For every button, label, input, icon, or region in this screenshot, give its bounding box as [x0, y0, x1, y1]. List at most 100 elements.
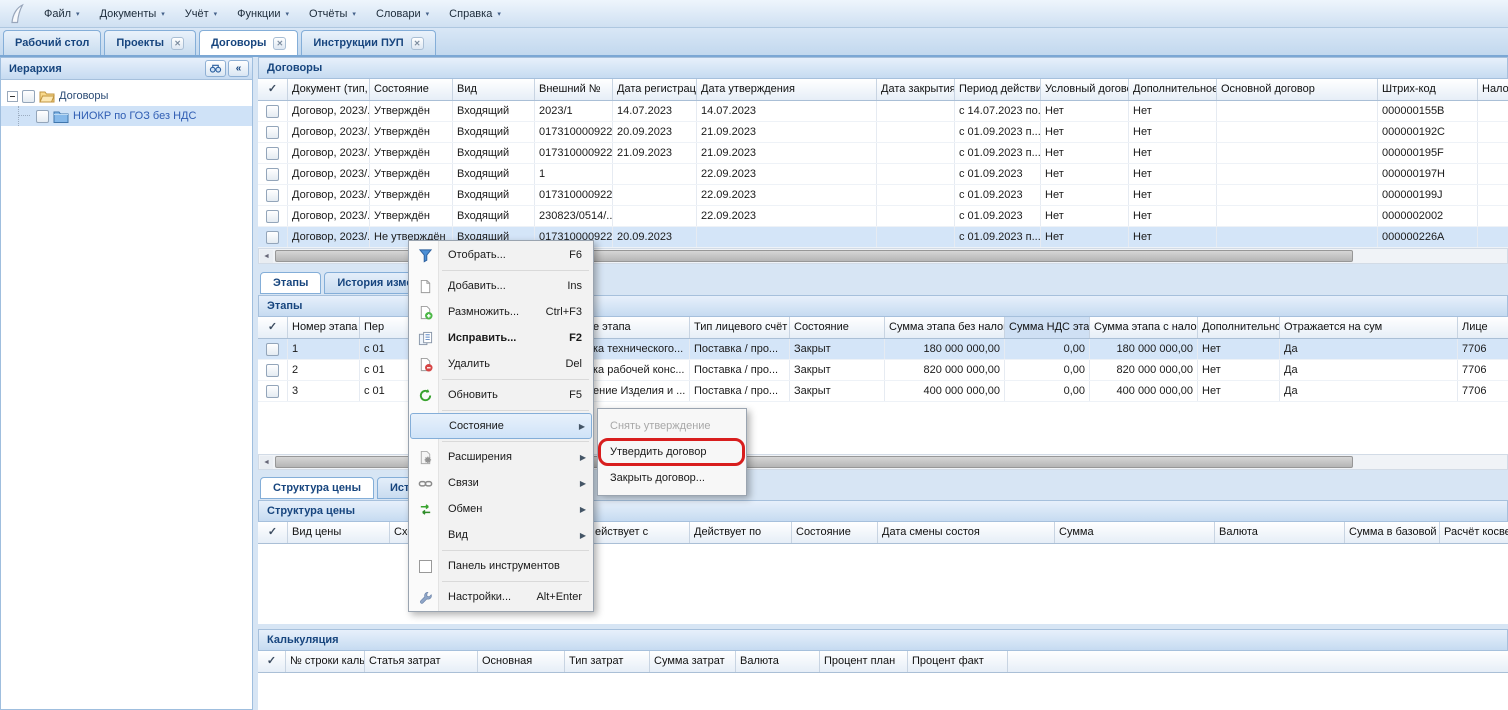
context-menu-item[interactable]: Добавить...Ins — [410, 273, 592, 299]
menubar-item-учёт[interactable]: Учёт▾ — [175, 4, 227, 24]
row-checkbox[interactable] — [266, 364, 279, 377]
table-row[interactable]: Договор, 2023/...УтверждёнВходящий017310… — [258, 185, 1508, 206]
tree-node-niokr[interactable]: НИОКР по ГОЗ без НДС — [1, 106, 252, 126]
table-row[interactable]: Договор, 2023/...УтверждёнВходящий122.09… — [258, 164, 1508, 185]
column-header[interactable]: Дополнительное с — [1129, 79, 1217, 100]
row-checkbox[interactable] — [266, 168, 279, 181]
context-menu-item[interactable]: Исправить...F2 — [410, 325, 592, 351]
column-header[interactable]: Состояние — [790, 317, 885, 338]
node-checkbox[interactable] — [36, 110, 49, 123]
column-header[interactable]: Тип лицевого счёт — [690, 317, 790, 338]
context-menu-item[interactable]: Связи▶ — [410, 470, 592, 496]
context-menu-item[interactable]: Расширения▶ — [410, 444, 592, 470]
context-menu-item[interactable]: Вид▶ — [410, 522, 592, 548]
column-header[interactable]: Дата смены состоя — [878, 522, 1055, 543]
scroll-left-icon[interactable]: ◄ — [260, 250, 273, 263]
tab-instructions[interactable]: Инструкции ПУП✕ — [301, 30, 435, 55]
table-row[interactable]: Договор, 2023/...УтверждёнВходящий017310… — [258, 143, 1508, 164]
table-cell: 0,00 — [1005, 381, 1090, 401]
row-checkbox[interactable] — [266, 231, 279, 244]
column-header[interactable]: Действует по — [690, 522, 792, 543]
column-header[interactable]: Условный договор — [1041, 79, 1129, 100]
row-checkbox[interactable] — [266, 210, 279, 223]
column-header[interactable]: ✓ — [258, 522, 288, 543]
column-header[interactable]: Дата закрытия — [877, 79, 955, 100]
collapse-panel-button[interactable]: « — [228, 60, 249, 77]
column-header[interactable]: Валюта — [1215, 522, 1345, 543]
row-checkbox[interactable] — [266, 385, 279, 398]
context-menu-item[interactable]: Настройки...Alt+Enter — [410, 584, 592, 610]
column-header[interactable]: Сумма в базовой в — [1345, 522, 1440, 543]
column-header[interactable]: Процент план — [820, 651, 908, 672]
search-icon[interactable] — [205, 60, 226, 77]
column-header[interactable]: Состояние — [792, 522, 878, 543]
context-menu-item[interactable]: Обмен▶ — [410, 496, 592, 522]
column-header[interactable]: Сумма НДС этапа — [1005, 317, 1090, 338]
tab-projects[interactable]: Проекты✕ — [104, 30, 196, 55]
column-header[interactable]: ✓ — [258, 79, 288, 100]
column-header[interactable]: ействует с — [588, 522, 690, 543]
context-menu-item[interactable]: ОбновитьF5 — [410, 382, 592, 408]
context-menu-item[interactable]: Панель инструментов — [410, 553, 592, 579]
table-row[interactable]: Договор, 2023/...УтверждёнВходящий230823… — [258, 206, 1508, 227]
menubar-item-документы[interactable]: Документы▾ — [90, 4, 175, 24]
submenu-item[interactable]: Закрыть договор... — [598, 465, 746, 491]
context-menu-item[interactable]: УдалитьDel — [410, 351, 592, 377]
column-header[interactable]: Статья затрат — [365, 651, 478, 672]
context-menu-item[interactable]: Размножить...Ctrl+F3 — [410, 299, 592, 325]
column-header[interactable]: Нало — [1478, 79, 1508, 100]
column-header[interactable]: Отражается на сум — [1280, 317, 1458, 338]
tab-price-structure[interactable]: Структура цены — [260, 477, 374, 499]
column-header[interactable]: ✓ — [258, 651, 286, 672]
column-header[interactable]: Расчёт косвенных — [1440, 522, 1508, 543]
tab-contracts[interactable]: Договоры✕ — [199, 30, 298, 55]
column-header[interactable]: Вид — [453, 79, 535, 100]
submenu-item-approve-contract[interactable]: Утвердить договор — [598, 439, 746, 465]
context-menu-item[interactable]: Состояние▶ — [410, 413, 592, 439]
column-header[interactable]: Состояние — [370, 79, 453, 100]
column-header[interactable]: Вид цены — [288, 522, 390, 543]
context-menu-item[interactable]: Отобрать...F6 — [410, 242, 592, 268]
column-header[interactable]: № строки калькул — [286, 651, 365, 672]
column-header[interactable]: Период действия.. — [955, 79, 1041, 100]
column-header[interactable]: Штрих-код — [1378, 79, 1478, 100]
menubar-item-функции[interactable]: Функции▾ — [227, 4, 299, 24]
column-header[interactable]: Дата регистрации. — [613, 79, 697, 100]
column-header[interactable]: Тип затрат — [565, 651, 650, 672]
table-row[interactable]: Договор, 2023/...УтверждёнВходящий2023/1… — [258, 101, 1508, 122]
scroll-left-icon[interactable]: ◄ — [260, 456, 273, 469]
close-icon[interactable]: ✕ — [171, 37, 184, 50]
column-header[interactable]: Основная — [478, 651, 565, 672]
tree-node-contracts[interactable]: Договоры — [1, 86, 252, 106]
tab-stages[interactable]: Этапы — [260, 272, 321, 294]
menubar-item-справка[interactable]: Справка▾ — [439, 4, 511, 24]
column-header[interactable]: Документ (тип, № — [288, 79, 370, 100]
column-header[interactable]: Сумма этапа с налогами — [1090, 317, 1198, 338]
collapse-node-icon[interactable] — [7, 91, 18, 102]
node-checkbox[interactable] — [22, 90, 35, 103]
menubar-item-файл[interactable]: Файл▾ — [34, 4, 90, 24]
column-header[interactable]: Дополнительное с — [1198, 317, 1280, 338]
menubar-item-словари[interactable]: Словари▾ — [366, 4, 439, 24]
column-header[interactable]: Сумма затрат — [650, 651, 736, 672]
row-checkbox[interactable] — [266, 147, 279, 160]
menubar-item-отчёты[interactable]: Отчёты▾ — [299, 4, 366, 24]
close-icon[interactable]: ✕ — [411, 37, 424, 50]
column-header[interactable]: ✓ — [258, 317, 288, 338]
column-header[interactable]: Основной договор — [1217, 79, 1378, 100]
column-header[interactable]: Дата утверждения — [697, 79, 877, 100]
table-row[interactable]: Договор, 2023/...УтверждёнВходящий017310… — [258, 122, 1508, 143]
row-checkbox[interactable] — [266, 343, 279, 356]
close-icon[interactable]: ✕ — [273, 37, 286, 50]
row-checkbox[interactable] — [266, 105, 279, 118]
row-checkbox[interactable] — [266, 189, 279, 202]
tab-desktop[interactable]: Рабочий стол — [3, 30, 101, 55]
column-header[interactable]: Сумма этапа без налогов — [885, 317, 1005, 338]
column-header[interactable]: Сумма — [1055, 522, 1215, 543]
column-header[interactable]: Внешний № — [535, 79, 613, 100]
column-header[interactable]: Номер этапа — [288, 317, 360, 338]
column-header[interactable]: Лице — [1458, 317, 1508, 338]
column-header[interactable]: Валюта — [736, 651, 820, 672]
row-checkbox[interactable] — [266, 126, 279, 139]
column-header[interactable]: Процент факт — [908, 651, 1008, 672]
